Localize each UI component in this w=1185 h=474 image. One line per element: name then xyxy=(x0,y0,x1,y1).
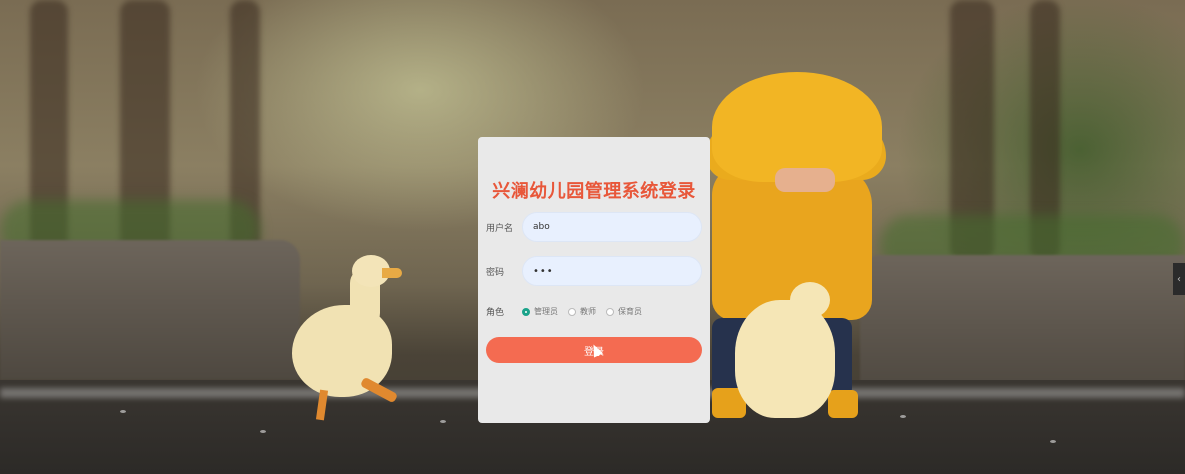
username-value: abo xyxy=(533,222,550,232)
role-radio-caregiver[interactable]: 保育员 xyxy=(606,306,642,317)
role-option-label: 管理员 xyxy=(534,307,558,316)
radio-unselected-icon xyxy=(606,307,614,316)
side-toggle-button[interactable]: ‹ xyxy=(1173,263,1185,295)
stone-wall-right xyxy=(860,255,1185,395)
password-value: ••• xyxy=(533,265,554,277)
role-radio-teacher[interactable]: 教师 xyxy=(568,306,596,317)
child-rain-hat xyxy=(712,72,882,182)
password-row: 密码 ••• xyxy=(486,256,702,286)
child-boot xyxy=(828,390,858,418)
chevron-left-icon: ‹ xyxy=(1177,273,1181,285)
username-label: 用户名 xyxy=(486,223,514,234)
duckling-right xyxy=(735,300,835,418)
username-input[interactable]: abo xyxy=(522,212,702,242)
duckling-left-bill xyxy=(382,268,402,278)
water-drop xyxy=(1050,440,1056,443)
water-drop xyxy=(900,415,906,418)
water-drop xyxy=(120,410,126,413)
role-label: 角色 xyxy=(486,308,505,318)
password-input[interactable]: ••• xyxy=(522,256,702,286)
water-drop xyxy=(440,420,446,423)
login-title: 兴澜幼儿园管理系统登录 xyxy=(492,181,696,202)
radio-selected-icon xyxy=(522,307,530,316)
role-row: 角色 管理员 教师 保育员 xyxy=(486,305,702,318)
role-radio-group: 管理员 教师 保育员 xyxy=(522,306,642,317)
role-radio-admin[interactable]: 管理员 xyxy=(522,306,558,317)
child-face xyxy=(775,168,835,192)
radio-unselected-icon xyxy=(568,307,576,316)
role-option-label: 保育员 xyxy=(618,307,642,316)
duckling-right-head xyxy=(790,282,830,318)
role-option-label: 教师 xyxy=(580,307,596,316)
login-panel: 兴澜幼儿园管理系统登录 用户名 abo 密码 ••• 角色 管理员 教师 保育员 xyxy=(478,137,710,423)
water-drop xyxy=(260,430,266,433)
username-row: 用户名 abo xyxy=(486,212,702,242)
stone-wall-left xyxy=(0,240,300,380)
password-label: 密码 xyxy=(486,267,505,278)
